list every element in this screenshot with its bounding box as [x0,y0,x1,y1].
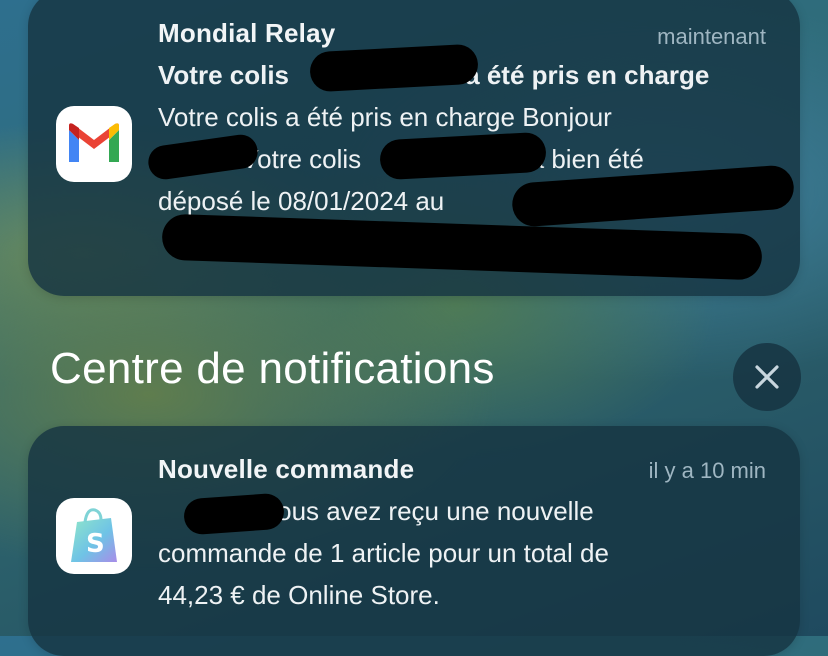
notification-body-line-3: 44,23 € de Online Store. [158,580,440,610]
notification-center-title: Centre de notifications [50,344,495,393]
svg-text:S: S [86,529,105,559]
close-icon [755,365,779,389]
notification-app-name: Mondial Relay [158,18,336,48]
redaction-mark [161,213,763,281]
notification-time: maintenant [657,24,766,49]
notification-body-line-2: commande de 1 article pour un total de [158,538,609,568]
close-button[interactable] [733,343,801,411]
notification-time: il y a 10 min [648,458,766,483]
shopify-icon: S [56,498,132,574]
notification-app-name: Nouvelle commande [158,454,415,484]
gmail-icon [56,106,132,182]
redaction-mark [182,492,286,536]
notification-body-line-1: Votre colis a été pris en charge Bonjour [158,102,612,132]
notification-body-line-3: déposé le 08/01/2024 au [158,186,445,216]
notification-card-mondial-relay[interactable]: Mondial Relay maintenant Votre colis 0 a… [28,0,800,296]
notification-card-nouvelle-commande[interactable]: S Nouvelle commande il y a 10 min Vous a… [28,426,800,656]
